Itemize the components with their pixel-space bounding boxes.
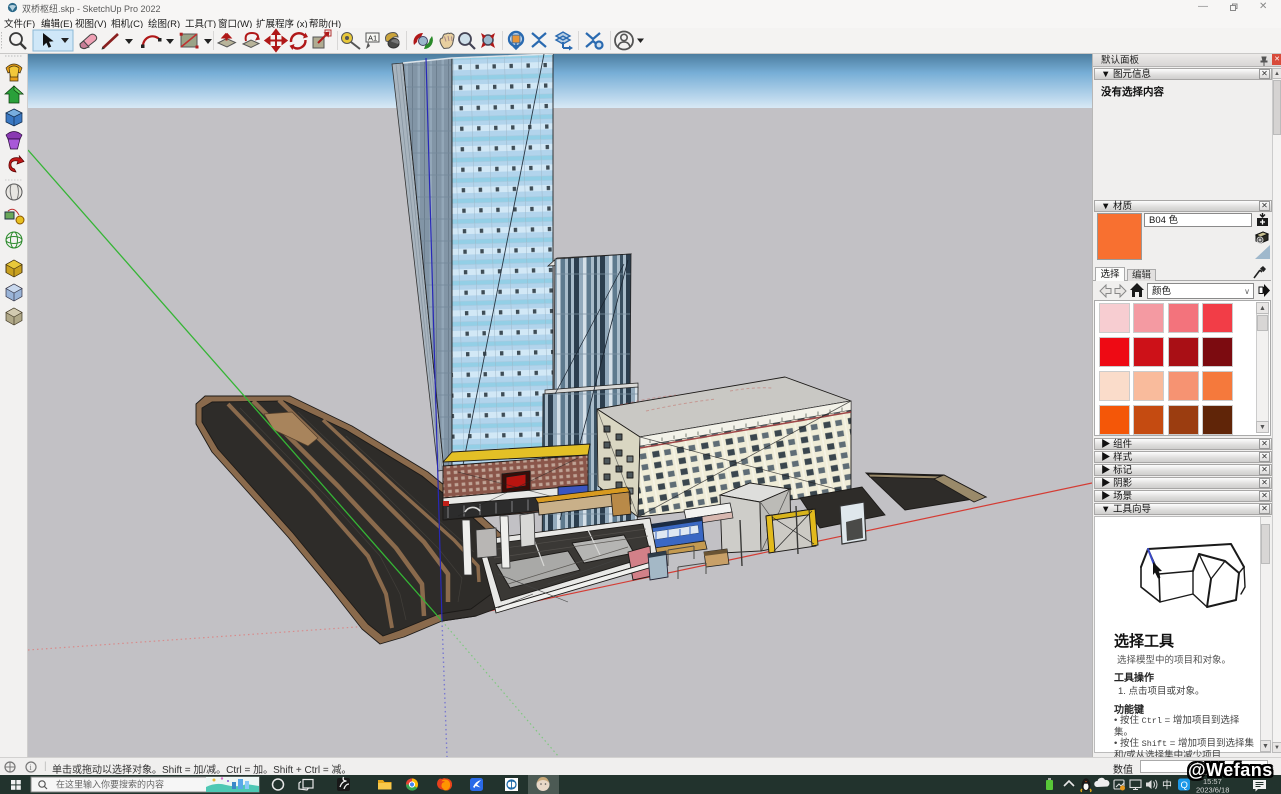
svg-text:i: i [30, 763, 33, 772]
svg-text:在这里输入你要搜索的内容: 在这里输入你要搜索的内容 [56, 779, 164, 790]
svg-text:Q: Q [1181, 780, 1188, 791]
svg-text:2023/6/18: 2023/6/18 [1196, 786, 1229, 794]
svg-text:中: 中 [1162, 779, 1172, 792]
svg-text:A1: A1 [368, 34, 377, 43]
